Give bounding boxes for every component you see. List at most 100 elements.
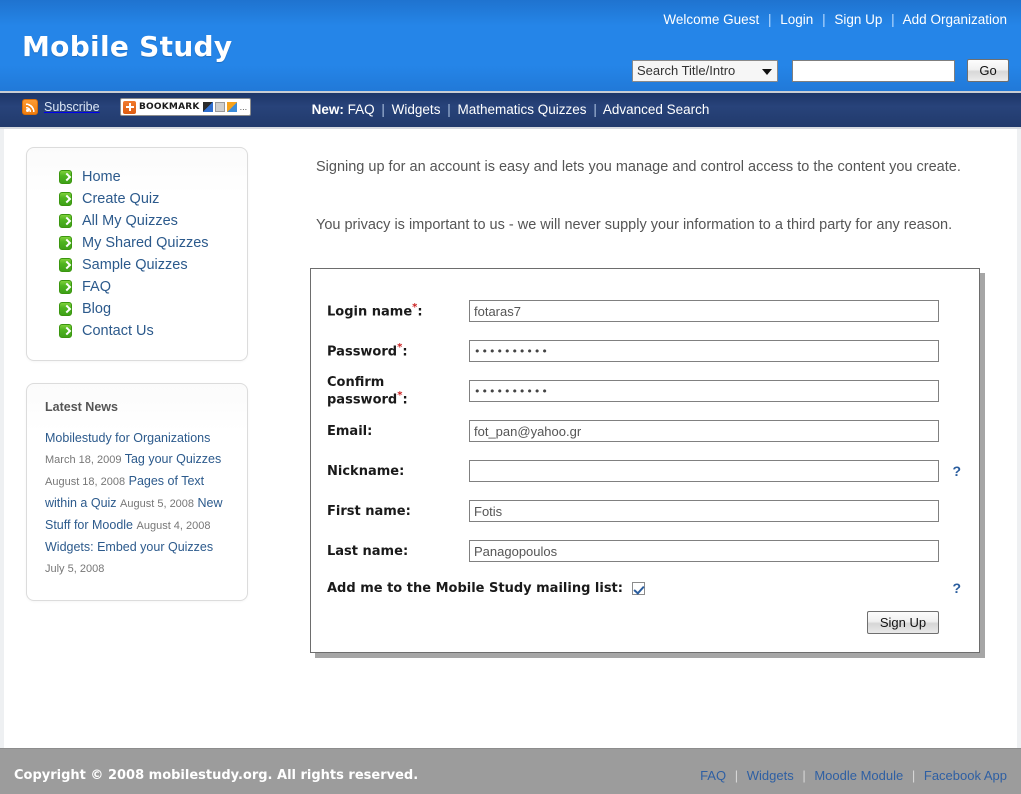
sidebar-item-my-shared-quizzes[interactable]: My Shared Quizzes [37,232,237,254]
footer-link-moodle-module[interactable]: Moodle Module [814,768,903,783]
sidebar-item-create-quiz[interactable]: Create Quiz [37,188,237,210]
main-column: Signing up for an account is easy and le… [310,151,1000,653]
intro-paragraph-1: Signing up for an account is easy and le… [316,159,961,175]
sidebar-item-label: My Shared Quizzes [82,235,209,251]
confirm-password-input[interactable] [469,380,939,402]
login-name-input[interactable] [469,300,939,322]
label-email: Email: [327,423,373,439]
signup-form: Login name*: Password*: Confirm password… [310,268,980,653]
separator: | [802,768,806,783]
search-scope-select[interactable]: Search Title/Intro [632,59,778,82]
signup-link[interactable]: Sign Up [834,12,882,27]
first-name-input[interactable] [469,500,939,522]
label-confirm-password: Confirm password*: [327,374,408,408]
sidebar-item-faq[interactable]: FAQ [37,276,237,298]
news-item-title[interactable]: Widgets: Embed your Quizzes [45,540,213,554]
latest-news-list: Mobilestudy for Organizations March 18, … [45,428,229,580]
intro-paragraph-2: You privacy is important to us - we will… [316,217,953,233]
last-name-input[interactable] [469,540,939,562]
label-text: Password [327,344,398,360]
form-row-last-name: Last name: [327,531,961,571]
required-marker: * [397,389,403,401]
form-row-mailing-list: Add me to the Mobile Study mailing list:… [327,571,961,605]
separator: | [593,102,597,117]
login-link[interactable]: Login [780,12,813,27]
sidebar-item-label: Contact Us [82,323,154,339]
label-last-name: Last name: [327,543,409,559]
sidebar-item-home[interactable]: Home [37,166,237,188]
nav-link-faq[interactable]: FAQ [348,102,375,117]
footer-link-faq[interactable]: FAQ [700,768,726,783]
copyright-text: Copyright © 2008 mobilestudy.org. All ri… [14,768,419,783]
page-content: Home Create Quiz All My Quizzes My Share… [0,129,1021,738]
chevron-right-icon [59,214,72,228]
content-footer-gap [0,738,1021,748]
password-input[interactable] [469,340,939,362]
mailing-list-checkbox[interactable] [631,581,645,595]
form-row-login-name: Login name*: [327,291,961,331]
form-actions: Sign Up [327,611,961,634]
nickname-help-icon[interactable]: ? [939,463,961,479]
news-item-date: August 4, 2008 [136,520,211,532]
news-item-date: August 18, 2008 [45,476,126,488]
welcome-text: Welcome Guest [663,12,760,27]
chevron-down-icon [762,68,772,75]
chevron-right-icon [59,280,72,294]
nav-link-widgets[interactable]: Widgets [392,102,441,117]
label-text: Last name [327,543,403,559]
news-item-title[interactable]: Tag your Quizzes [125,452,222,466]
sidebar-item-label: Home [82,169,121,185]
new-prefix-label: New: [311,102,344,117]
news-item-title[interactable]: Mobilestudy for Organizations [45,431,210,445]
label-text: First name [327,503,406,519]
sidebar-item-label: FAQ [82,279,112,295]
new-links-bar: New: FAQ | Widgets | Mathematics Quizzes… [0,102,1021,117]
add-organization-link[interactable]: Add Organization [903,12,1007,27]
separator: | [767,12,772,27]
chevron-right-icon [59,324,72,338]
separator: | [734,768,739,783]
nav-link-mathematics-quizzes[interactable]: Mathematics Quizzes [458,102,587,117]
chevron-right-icon [59,170,72,184]
page-root: Mobile Study Welcome Guest | Login | Sig… [0,0,1021,794]
label-text: Email [327,423,368,439]
search-input[interactable] [792,59,955,82]
search-bar: Search Title/Intro Go [632,59,1009,82]
footer-link-widgets[interactable]: Widgets [747,768,794,783]
sidebar-item-label: All My Quizzes [82,213,178,229]
search-scope-value: Search Title/Intro [637,62,736,78]
chevron-right-icon [59,192,72,206]
required-marker: * [412,302,418,314]
site-footer: Copyright © 2008 mobilestudy.org. All ri… [0,748,1021,794]
sign-up-submit-button[interactable]: Sign Up [867,611,939,634]
sidebar: Home Create Quiz All My Quizzes My Share… [26,147,248,601]
label-login-name: Login name*: [327,302,423,320]
news-item-date: July 5, 2008 [45,563,105,575]
sidebar-item-label: Sample Quizzes [82,257,188,273]
form-row-email: Email: [327,411,961,451]
footer-link-facebook-app[interactable]: Facebook App [924,768,1007,783]
sidebar-item-all-my-quizzes[interactable]: All My Quizzes [37,210,237,232]
site-logo: Mobile Study [22,30,233,63]
sidebar-item-blog[interactable]: Blog [37,298,237,320]
separator: | [891,12,895,27]
sidebar-menu-panel: Home Create Quiz All My Quizzes My Share… [26,147,248,361]
sidebar-item-label: Create Quiz [82,191,160,207]
separator: | [381,102,385,117]
label-nickname: Nickname: [327,463,405,479]
sidebar-item-sample-quizzes[interactable]: Sample Quizzes [37,254,237,276]
label-password: Password*: [327,342,408,360]
latest-news-panel: Latest News Mobilestudy for Organization… [26,383,248,601]
nickname-input[interactable] [469,460,939,482]
site-header: Mobile Study Welcome Guest | Login | Sig… [0,0,1021,93]
news-item-date: March 18, 2009 [45,454,122,466]
sidebar-item-contact-us[interactable]: Contact Us [37,320,237,342]
nav-link-advanced-search[interactable]: Advanced Search [603,102,710,117]
sidebar-item-label: Blog [82,301,112,317]
label-mailing-list: Add me to the Mobile Study mailing list: [327,580,623,596]
email-input[interactable] [469,420,939,442]
mailing-list-help-icon[interactable]: ? [939,580,961,596]
form-row-password: Password*: [327,331,961,371]
form-row-first-name: First name: [327,491,961,531]
search-go-button[interactable]: Go [967,59,1009,82]
